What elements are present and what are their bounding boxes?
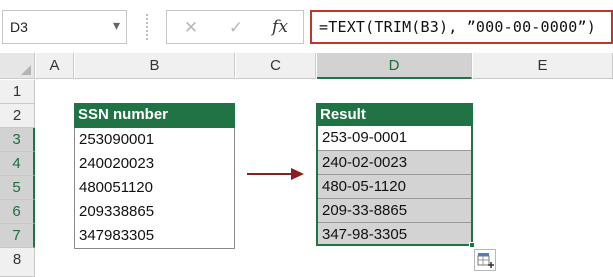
column-header-d[interactable]: D (317, 53, 472, 79)
formula-text: =TEXT(TRIM(B3), ”000-00-0000”) (319, 18, 596, 36)
row-header-1[interactable]: 1 (0, 80, 35, 104)
formula-bar-area: D3 ▾ ✕ ✓ fx =TEXT(TRIM(B3), ”000-00-0000… (0, 0, 613, 52)
insert-function-icon[interactable]: fx (260, 11, 300, 45)
enter-check-icon[interactable]: ✓ (216, 11, 256, 45)
ssn-header-cell[interactable]: SSN number (74, 103, 235, 128)
column-header-a[interactable]: A (36, 53, 74, 79)
ssn-cell[interactable]: 209338865 (74, 200, 235, 225)
column-header-c[interactable]: C (236, 53, 316, 79)
select-all-corner[interactable] (0, 53, 35, 79)
row-header-8[interactable]: 8 (0, 248, 35, 277)
cancel-icon[interactable]: ✕ (171, 11, 211, 45)
ssn-cell[interactable]: 347983305 (74, 224, 235, 249)
column-header-b[interactable]: B (75, 53, 235, 79)
row-header-4[interactable]: 4 (0, 152, 35, 176)
formula-input[interactable]: =TEXT(TRIM(B3), ”000-00-0000”) (310, 10, 613, 44)
row-header-7[interactable]: 7 (0, 224, 35, 248)
formula-buttons: ✕ ✓ fx (166, 10, 304, 44)
row-header-6[interactable]: 6 (0, 200, 35, 224)
paste-options-button[interactable] (474, 249, 496, 271)
ssn-cell[interactable]: 240020023 (74, 152, 235, 177)
name-box[interactable]: D3 ▾ (2, 10, 127, 44)
paste-options-icon (477, 253, 494, 268)
row-header-5[interactable]: 5 (0, 176, 35, 200)
more-options-handle-icon[interactable] (146, 14, 148, 40)
fill-handle[interactable] (469, 242, 475, 248)
ssn-cell[interactable]: 253090001 (74, 128, 235, 153)
ssn-cell[interactable]: 480051120 (74, 176, 235, 201)
chevron-down-icon[interactable]: ▾ (113, 17, 120, 34)
row-header-3[interactable]: 3 (0, 128, 35, 152)
select-all-triangle-icon (21, 65, 31, 75)
right-arrow-icon (247, 168, 304, 180)
selection-border (316, 124, 473, 246)
row-header-2[interactable]: 2 (0, 104, 35, 128)
column-header-e[interactable]: E (473, 53, 613, 79)
name-box-value: D3 (10, 19, 28, 35)
